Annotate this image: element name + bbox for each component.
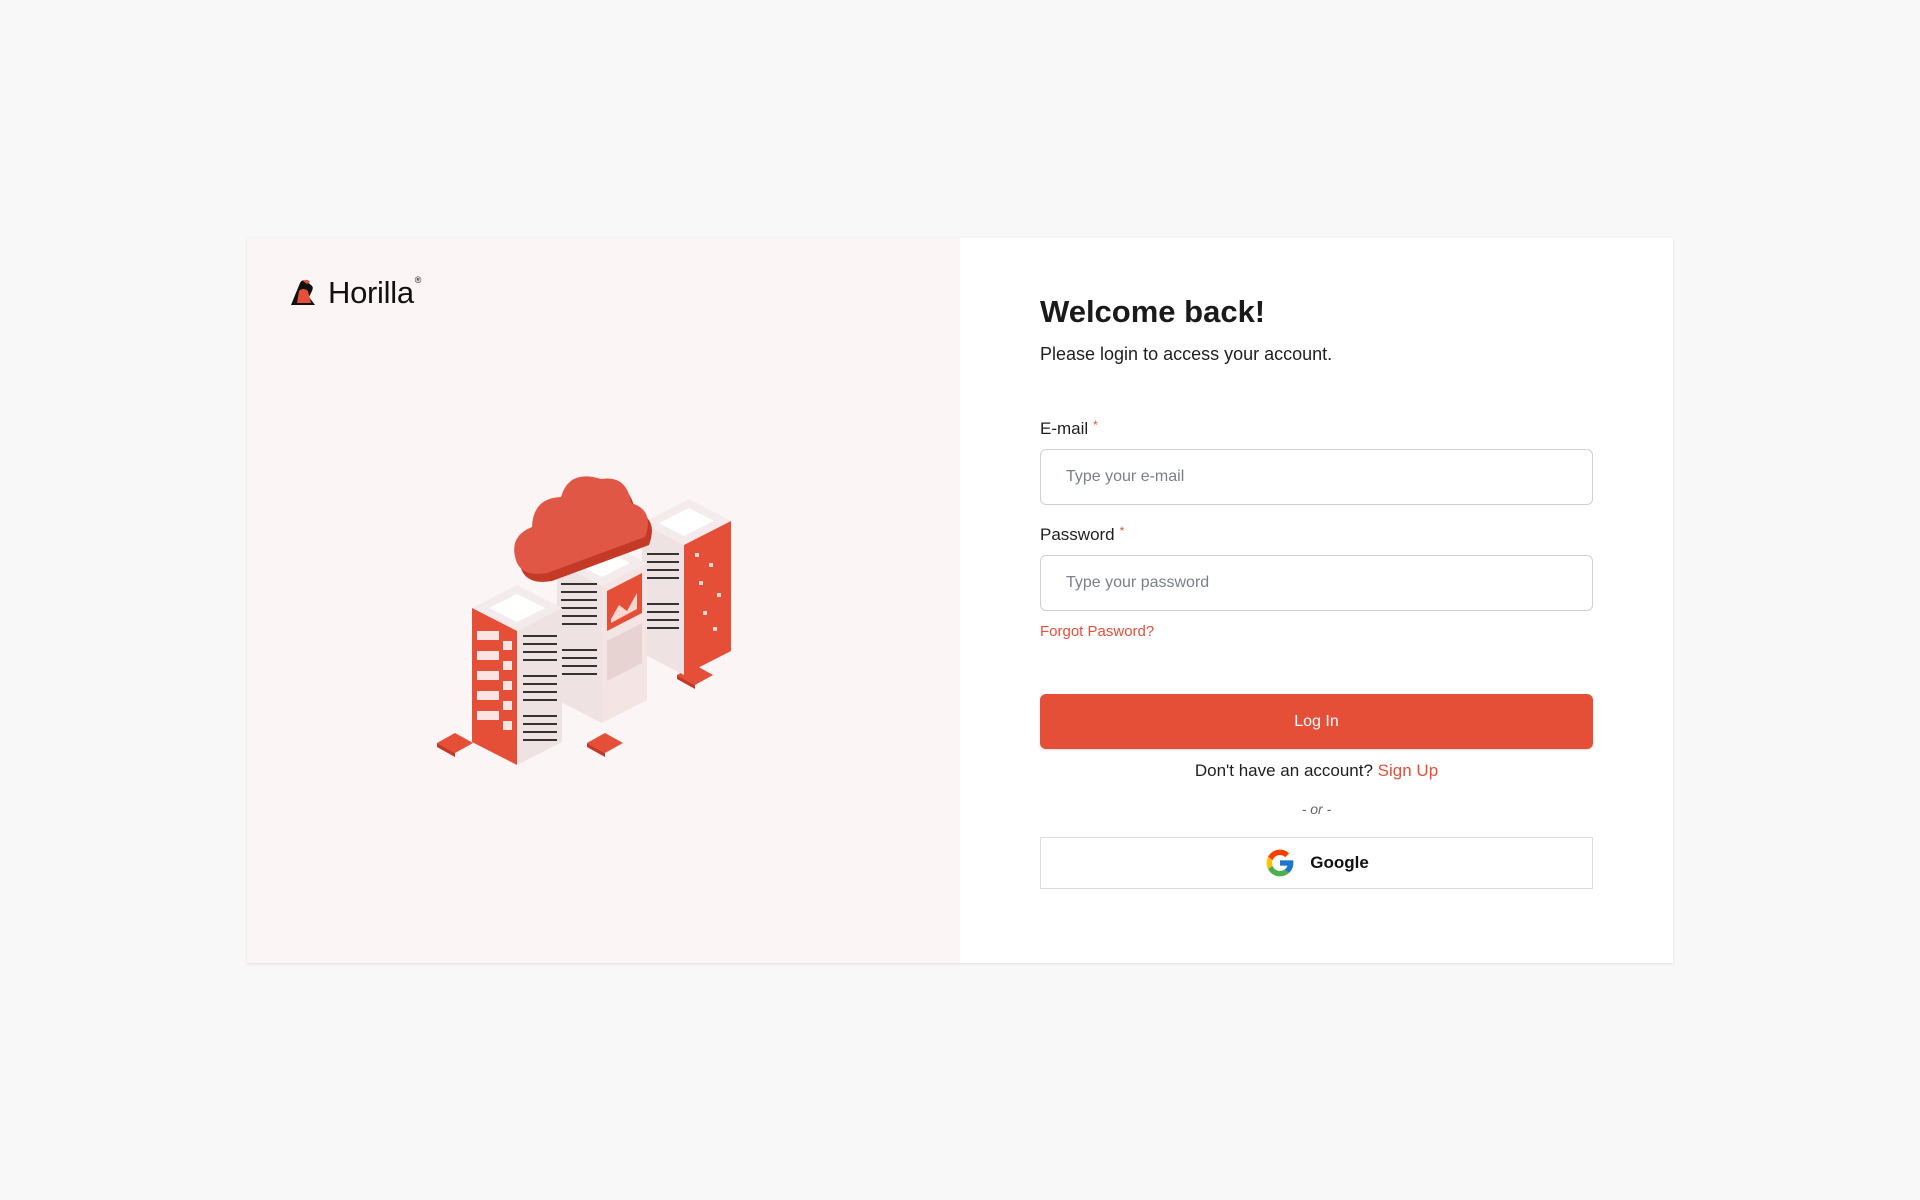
google-button-label: Google (1310, 853, 1369, 872)
or-divider: - or - (1301, 801, 1332, 817)
forgot-password-link[interactable]: Forgot Pasword? (1040, 623, 1154, 640)
signup-link[interactable]: Sign Up (1378, 761, 1438, 780)
cloud-server-illustration (437, 476, 731, 765)
password-input[interactable] (1040, 555, 1593, 611)
brand-panel: Horilla® (247, 238, 960, 963)
required-mark: * (1119, 524, 1125, 538)
page-title: Welcome back! (1040, 294, 1266, 329)
email-field-group: E-mail * (1040, 419, 1593, 505)
login-form: Welcome back! Please login to access you… (1040, 294, 1593, 889)
password-label-text: Password (1040, 525, 1115, 544)
no-account-text: Don't have an account? (1194, 761, 1373, 780)
signup-prompt: Don't have an account? Sign Up (1040, 761, 1593, 781)
google-login-button[interactable]: Google (1040, 837, 1593, 889)
brand-logo: Horilla® (287, 275, 421, 311)
page-subtitle: Please login to access your account. (1040, 344, 1333, 364)
login-panel: Welcome back! Please login to access you… (960, 238, 1673, 963)
email-input[interactable] (1040, 449, 1593, 505)
password-field-group: Password * (1040, 525, 1593, 611)
brand-registered-mark: ® (414, 275, 422, 285)
password-label: Password * (1040, 525, 1593, 545)
required-mark: * (1093, 418, 1098, 432)
email-label-text: E-mail (1040, 419, 1089, 438)
login-button[interactable]: Log In (1040, 694, 1593, 749)
email-label: E-mail * (1040, 419, 1593, 439)
login-card: Horilla® Welcome back! Please login to a… (247, 238, 1673, 963)
horilla-logo-icon (291, 279, 315, 305)
google-icon (1266, 849, 1294, 877)
brand-name: Horilla® (328, 275, 422, 310)
